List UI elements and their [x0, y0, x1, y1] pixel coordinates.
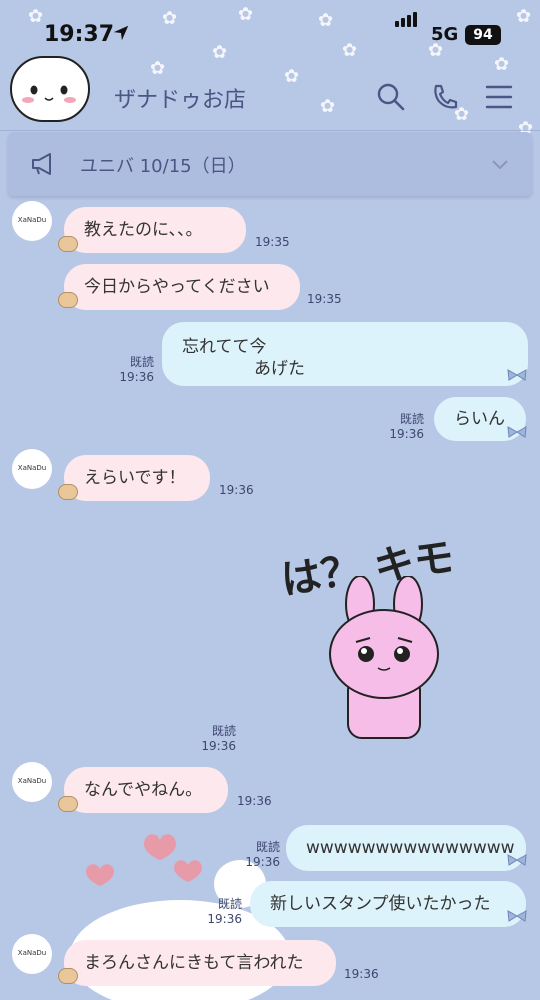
battery-indicator: 94	[465, 25, 501, 45]
ribbon-bow-icon	[507, 910, 527, 922]
message-time: 19:35	[307, 292, 342, 306]
ribbon-bow-icon	[507, 854, 527, 866]
message-text-line: あげた	[254, 359, 305, 379]
ribbon-bow-icon	[507, 426, 527, 438]
message-bubble-outgoing[interactable]: wwwwwwwwwwwwwww	[286, 825, 526, 871]
ribbon-bow-icon	[507, 369, 527, 381]
sender-avatar[interactable]: XaNaDu	[12, 762, 52, 802]
message-time: 19:36	[344, 967, 379, 981]
sender-avatar[interactable]: XaNaDu	[12, 201, 52, 241]
message-bubble-incoming[interactable]: 今日からやってください	[64, 264, 300, 310]
message-bubble-incoming[interactable]: えらいです！	[64, 455, 210, 501]
flower-decoration: ✿	[284, 66, 300, 87]
header-divider	[0, 130, 540, 131]
location-arrow-icon	[113, 25, 129, 41]
announcement-banner[interactable]: ユニバ 10/15（日）	[8, 132, 532, 196]
read-receipt: 既読 19:36	[119, 355, 154, 384]
sender-avatar[interactable]: XaNaDu	[12, 449, 52, 489]
read-receipt: 既読 19:36	[207, 897, 242, 926]
status-bar: 19:37 5G 94	[0, 0, 540, 60]
message-bubble-outgoing[interactable]: 新しいスタンプ使いたかった	[250, 881, 526, 927]
announcement-text: ユニバ 10/15（日）	[80, 156, 246, 177]
message-bubble-outgoing[interactable]: 忘れてて今 あげた	[162, 322, 528, 386]
message-bubble-incoming[interactable]: なんでやねん。	[64, 767, 228, 813]
phone-icon[interactable]	[430, 82, 460, 112]
flower-decoration: ✿	[150, 58, 166, 79]
status-time: 19:37	[44, 22, 115, 47]
chevron-down-icon[interactable]	[490, 154, 510, 174]
chiikawa-face-icon	[22, 85, 76, 103]
network-type: 5G	[431, 24, 459, 45]
megaphone-icon	[32, 153, 51, 175]
bear-decoration	[58, 796, 78, 812]
menu-icon[interactable]	[484, 82, 514, 112]
sender-avatar[interactable]: XaNaDu	[12, 934, 52, 974]
chat-avatar[interactable]	[10, 56, 90, 122]
chat-title: ザナドゥお店	[114, 88, 247, 113]
bunny-sticker[interactable]: は？ キモ	[270, 516, 470, 746]
bear-decoration	[58, 968, 78, 984]
message-time: 19:36	[219, 483, 254, 497]
bear-decoration	[58, 292, 78, 308]
search-icon[interactable]	[376, 82, 406, 112]
read-receipt: 既読 19:36	[201, 724, 236, 753]
message-time: 19:36	[237, 794, 272, 808]
message-bubble-incoming[interactable]: 教えたのに、、。	[64, 207, 246, 253]
read-receipt: 既読 19:36	[389, 412, 424, 441]
bear-decoration	[58, 236, 78, 252]
read-receipt: 既読 19:36	[245, 840, 280, 869]
bear-decoration	[58, 484, 78, 500]
message-bubble-incoming[interactable]: まろんさんにきもて言われた	[64, 940, 336, 986]
flower-decoration: ✿	[320, 96, 336, 117]
message-time: 19:35	[255, 235, 290, 249]
bunny-character-icon	[329, 576, 439, 739]
